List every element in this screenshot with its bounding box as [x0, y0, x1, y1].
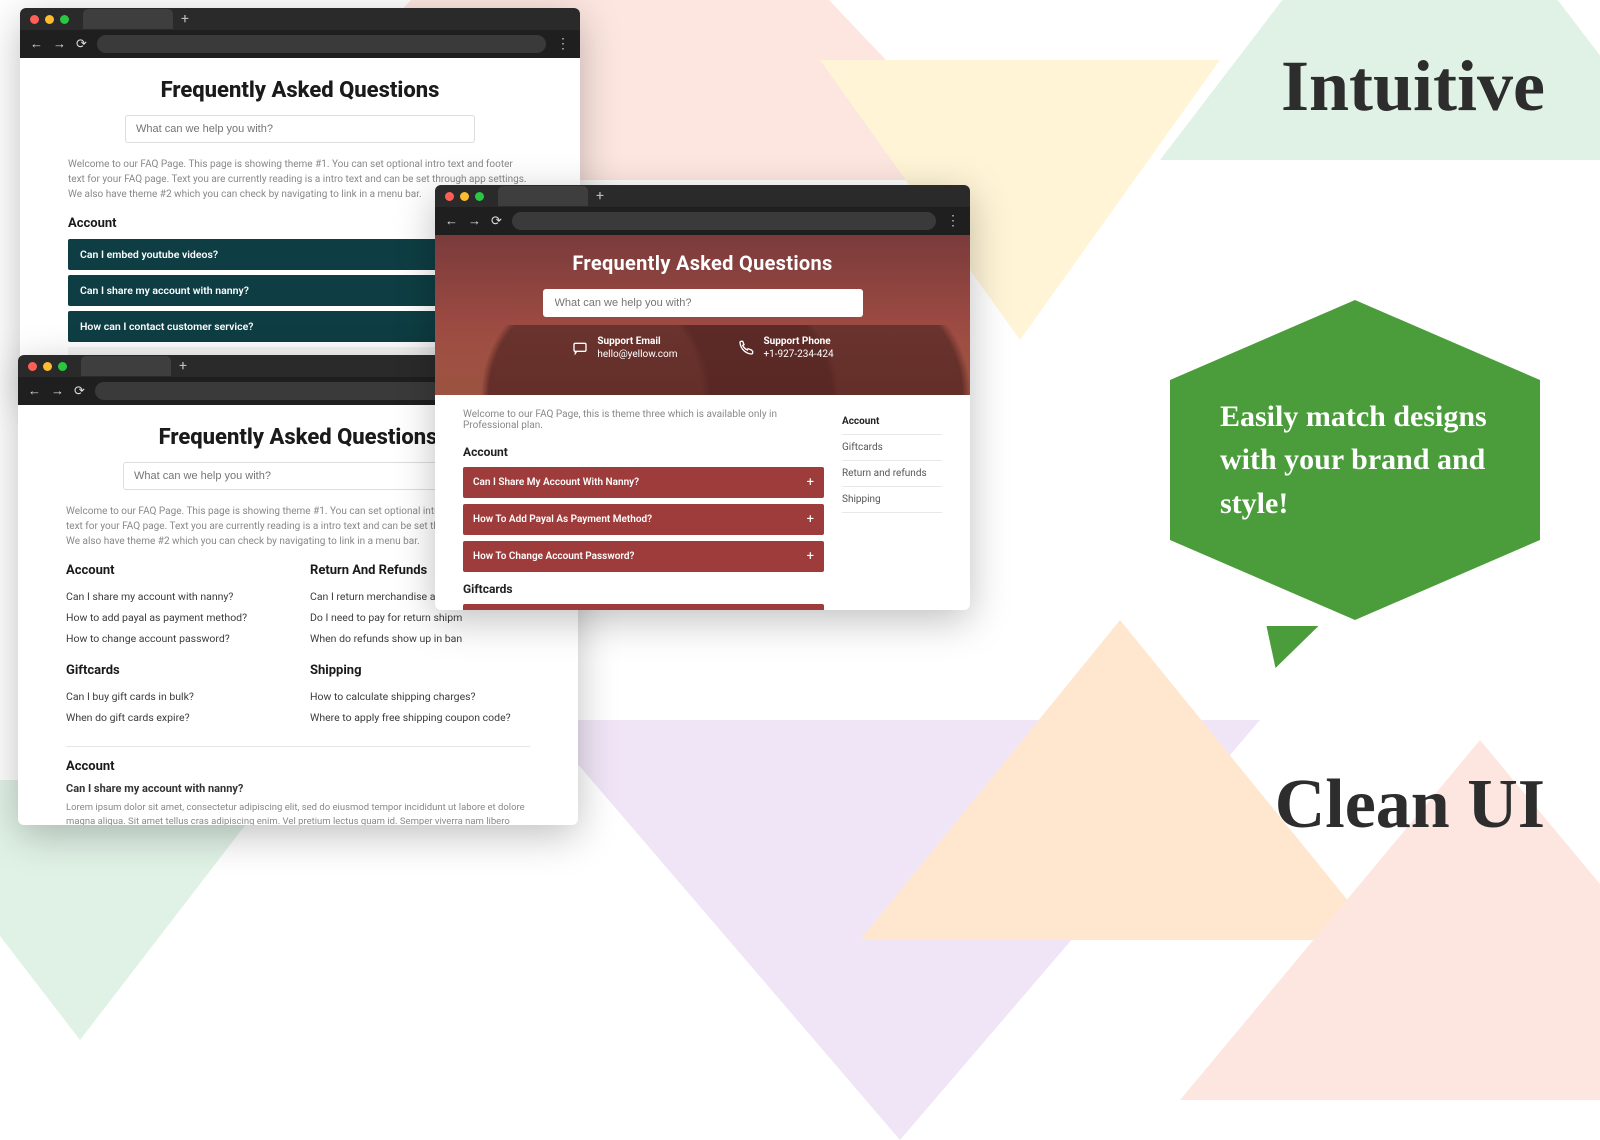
faq-link[interactable]: Can I buy gift cards in bulk? [66, 686, 286, 707]
phone-icon [737, 339, 755, 357]
reload-icon[interactable]: ⟳ [491, 215, 502, 228]
zoom-icon[interactable] [58, 362, 67, 371]
forward-icon[interactable]: → [51, 385, 64, 398]
new-tab-button[interactable]: + [181, 11, 189, 27]
minimize-icon[interactable] [460, 192, 469, 201]
zoom-icon[interactable] [60, 15, 69, 24]
faq-link[interactable]: How to add payal as payment method? [66, 607, 286, 628]
section-heading-shipping: Shipping [310, 663, 530, 678]
page-title: Frequently Asked Questions [68, 78, 532, 103]
intro-text: Welcome to our FAQ Page, this is theme t… [463, 409, 824, 431]
kebab-menu-icon[interactable]: ⋮ [946, 213, 960, 229]
plus-icon: + [807, 512, 814, 527]
browser-tab[interactable] [498, 186, 588, 206]
minimize-icon[interactable] [45, 15, 54, 24]
back-icon[interactable]: ← [28, 385, 41, 398]
support-phone-value: +1-927-234-424 [763, 349, 833, 360]
reload-icon[interactable]: ⟳ [74, 385, 85, 398]
reload-icon[interactable]: ⟳ [76, 38, 87, 51]
page-title: Frequently Asked Questions [435, 251, 970, 275]
divider [66, 746, 530, 747]
category-sidebar: Account Giftcards Return and refunds Shi… [842, 409, 942, 610]
speech-bubble: Easily match designs with your brand and… [1170, 300, 1540, 650]
sidebar-link-returns[interactable]: Return and refunds [842, 461, 942, 487]
forward-icon[interactable]: → [468, 215, 481, 228]
search-input[interactable] [125, 115, 475, 143]
hero-banner: Frequently Asked Questions Support Email… [435, 235, 970, 395]
headline-bottom: Clean UI [1275, 765, 1545, 845]
faq-link[interactable]: How to change account password? [66, 628, 286, 649]
browser-chrome: + ← → ⟳ ⋮ [435, 185, 970, 235]
search-input[interactable] [543, 289, 863, 317]
support-phone-block: Support Phone +1-927-234-424 [737, 335, 833, 361]
accordion-item[interactable]: How To Add Payal As Payment Method?+ [463, 504, 824, 535]
back-icon[interactable]: ← [30, 38, 43, 51]
forward-icon[interactable]: → [53, 38, 66, 51]
accordion-item[interactable]: Can I Share My Account With Nanny?+ [463, 467, 824, 498]
support-email-value: hello@yellow.com [597, 349, 677, 360]
section-heading-account: Account [66, 563, 286, 578]
address-bar[interactable] [512, 212, 936, 230]
faq-link[interactable]: When do gift cards expire? [66, 707, 286, 728]
faq-link[interactable]: Can I share my account with nanny? [66, 586, 286, 607]
support-phone-label: Support Phone [763, 336, 830, 347]
zoom-icon[interactable] [475, 192, 484, 201]
faq-link[interactable]: Where to apply free shipping coupon code… [310, 707, 530, 728]
close-icon[interactable] [445, 192, 454, 201]
chat-icon [571, 339, 589, 357]
expanded-question: Can I share my account with nanny? [66, 782, 530, 795]
browser-chrome: + ← → ⟳ ⋮ [20, 8, 580, 58]
support-email-label: Support Email [597, 336, 660, 347]
section-heading-account: Account [463, 445, 824, 459]
sidebar-link-account[interactable]: Account [842, 409, 942, 435]
sidebar-link-giftcards[interactable]: Giftcards [842, 435, 942, 461]
support-email-block: Support Email hello@yellow.com [571, 335, 677, 361]
plus-icon: + [807, 475, 814, 490]
faq-link[interactable]: How to calculate shipping charges? [310, 686, 530, 707]
plus-icon: + [807, 549, 814, 564]
address-bar[interactable] [97, 35, 546, 53]
section-heading-giftcards: Giftcards [66, 663, 286, 678]
new-tab-button[interactable]: + [179, 358, 187, 374]
close-icon[interactable] [28, 362, 37, 371]
kebab-menu-icon[interactable]: ⋮ [556, 36, 570, 52]
accordion-item[interactable]: How To Change Account Password?+ [463, 541, 824, 572]
close-icon[interactable] [30, 15, 39, 24]
speech-bubble-text: Easily match designs with your brand and… [1220, 395, 1490, 526]
browser-tab[interactable] [81, 356, 171, 376]
search-input[interactable] [123, 462, 473, 490]
section-heading-giftcards: Giftcards [463, 582, 824, 596]
faq-link[interactable]: When do refunds show up in ban [310, 628, 530, 649]
new-tab-button[interactable]: + [596, 188, 604, 204]
sidebar-link-shipping[interactable]: Shipping [842, 487, 942, 513]
back-icon[interactable]: ← [445, 215, 458, 228]
browser-window-theme3: + ← → ⟳ ⋮ Frequently Asked Questions Sup… [435, 185, 970, 610]
faq-link[interactable]: Do I need to pay for return shipm [310, 607, 530, 628]
browser-tab[interactable] [83, 9, 173, 29]
headline-top: Intuitive [1281, 45, 1545, 128]
accordion-item[interactable]: Can I Buy Gift Cards In Bulk?+ [463, 604, 824, 610]
section-heading-account: Account [66, 759, 530, 774]
expanded-answer: Lorem ipsum dolor sit amet, consectetur … [66, 801, 530, 825]
minimize-icon[interactable] [43, 362, 52, 371]
